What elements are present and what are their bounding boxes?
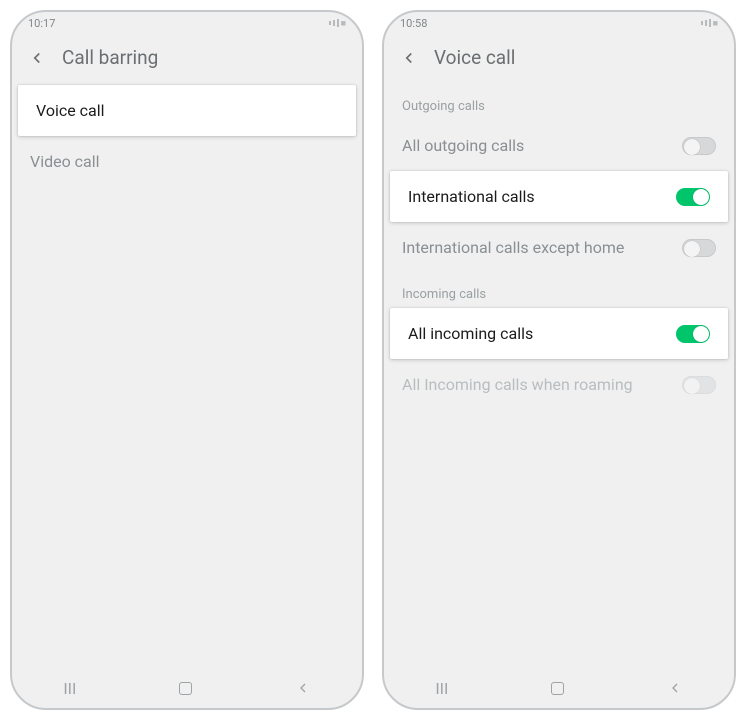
section-incoming: Incoming calls — [384, 273, 734, 308]
toggle-international[interactable] — [676, 188, 710, 206]
list-item-voice-call[interactable]: Voice call — [18, 85, 356, 136]
row-label: International calls — [408, 187, 535, 206]
back-button[interactable] — [295, 680, 311, 696]
toggle-all-incoming[interactable] — [676, 325, 710, 343]
row-all-outgoing[interactable]: All outgoing calls — [384, 120, 734, 171]
settings-list: Outgoing calls All outgoing calls Intern… — [384, 85, 734, 668]
row-all-incoming-roaming[interactable]: All Incoming calls when roaming — [384, 359, 734, 410]
row-label: All Incoming calls when roaming — [402, 375, 633, 394]
status-time: 10:17 — [28, 17, 55, 30]
list-item-video-call[interactable]: Video call — [12, 136, 362, 187]
home-button[interactable] — [179, 682, 192, 695]
nav-bar: III — [384, 668, 734, 708]
phone-right: 10:58 ■ Voice call Outgoing calls All ou… — [382, 10, 736, 710]
recent-apps-button[interactable]: III — [63, 679, 76, 698]
back-icon[interactable] — [400, 49, 418, 67]
recent-apps-button[interactable]: III — [435, 679, 448, 698]
app-header: Voice call — [384, 34, 734, 85]
status-icons: ■ — [329, 18, 346, 29]
page-title: Call barring — [62, 46, 158, 69]
status-time: 10:58 — [400, 17, 427, 30]
status-icons: ■ — [701, 18, 718, 29]
toggle-all-incoming-roaming[interactable] — [682, 376, 716, 394]
back-button[interactable] — [667, 680, 683, 696]
section-outgoing: Outgoing calls — [384, 85, 734, 120]
nav-bar: III — [12, 668, 362, 708]
row-label: All incoming calls — [408, 324, 533, 343]
row-label: All outgoing calls — [402, 136, 524, 155]
app-header: Call barring — [12, 34, 362, 85]
row-international[interactable]: International calls — [390, 171, 728, 222]
phone-left: 10:17 ■ Call barring Voice call Video ca… — [10, 10, 364, 710]
row-label: International calls except home — [402, 238, 624, 257]
list-item-label: Video call — [30, 152, 100, 171]
list-item-label: Voice call — [36, 101, 105, 120]
row-all-incoming[interactable]: All incoming calls — [390, 308, 728, 359]
list: Voice call Video call — [12, 85, 362, 668]
row-international-except-home[interactable]: International calls except home — [384, 222, 734, 273]
toggle-international-except-home[interactable] — [682, 239, 716, 257]
toggle-all-outgoing[interactable] — [682, 137, 716, 155]
page-title: Voice call — [434, 46, 515, 69]
status-bar: 10:17 ■ — [12, 12, 362, 34]
home-button[interactable] — [551, 682, 564, 695]
back-icon[interactable] — [28, 49, 46, 67]
status-bar: 10:58 ■ — [384, 12, 734, 34]
